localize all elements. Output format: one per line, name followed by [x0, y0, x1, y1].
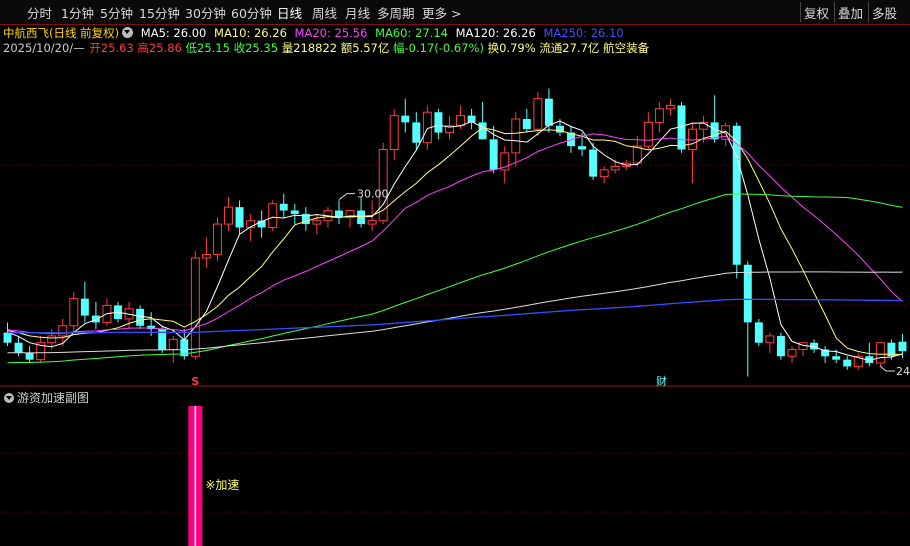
candle-body	[91, 315, 100, 323]
candle-body	[478, 122, 487, 140]
candle-body	[743, 264, 752, 323]
candle-body	[201, 254, 211, 259]
candle-body	[224, 206, 233, 225]
sub-panel-title: 游资加速副图	[17, 391, 90, 405]
candle-body	[47, 335, 57, 344]
candle-body	[401, 115, 410, 123]
candle-body	[710, 122, 719, 140]
candle-body	[268, 203, 278, 228]
candle-body	[765, 335, 775, 344]
candle-body	[787, 348, 797, 357]
candle-body	[168, 338, 178, 350]
candle-body	[522, 119, 531, 130]
candle-body	[610, 165, 620, 171]
candle-body	[589, 149, 598, 177]
high-pointer	[338, 193, 355, 200]
candle-body	[898, 341, 907, 352]
candle-body	[489, 139, 498, 170]
candle-body	[357, 210, 366, 225]
low-label: 24	[896, 365, 910, 378]
kline-chart[interactable]: 30.00 24 S 财 ※加速	[0, 0, 910, 546]
candle-body	[80, 298, 89, 316]
candle-body	[843, 359, 852, 367]
candle-body	[832, 356, 841, 360]
candle-body	[14, 342, 23, 353]
chevron-down-icon[interactable]	[4, 393, 14, 403]
ma20-line	[7, 133, 903, 335]
candle-body	[3, 332, 12, 343]
candle-body	[25, 352, 34, 360]
candle-body	[875, 342, 885, 364]
candle-body	[212, 223, 222, 256]
candle-body	[412, 122, 421, 143]
candle-body	[367, 220, 377, 225]
candle-body	[544, 98, 553, 126]
candle-body	[578, 146, 587, 150]
low-pointer	[879, 365, 895, 372]
acceleration-label: ※加速	[205, 478, 239, 492]
high-label: 30.00	[357, 188, 389, 201]
candle-body	[58, 325, 68, 337]
candle-body	[235, 207, 244, 228]
sub-panel-header[interactable]: 游资加速副图	[4, 389, 89, 406]
marker-s: S	[191, 375, 199, 388]
candle-body	[533, 98, 543, 130]
candle-body	[511, 118, 521, 154]
candle-body	[654, 108, 664, 123]
candle-body	[190, 257, 200, 357]
candle-body	[290, 210, 299, 214]
candle-body	[665, 104, 675, 110]
candle-body	[754, 322, 763, 343]
candle-body	[69, 298, 79, 327]
candle-body	[389, 115, 399, 151]
marker-cai: 财	[656, 374, 667, 388]
candle-body	[279, 203, 288, 211]
candle-body	[335, 210, 343, 218]
candle-body	[632, 145, 642, 164]
candle-body	[643, 121, 653, 147]
candle-body	[312, 220, 322, 225]
candle-body	[434, 112, 443, 133]
candle-body	[599, 169, 609, 178]
candle-body	[776, 335, 785, 357]
candle-body	[136, 308, 145, 326]
